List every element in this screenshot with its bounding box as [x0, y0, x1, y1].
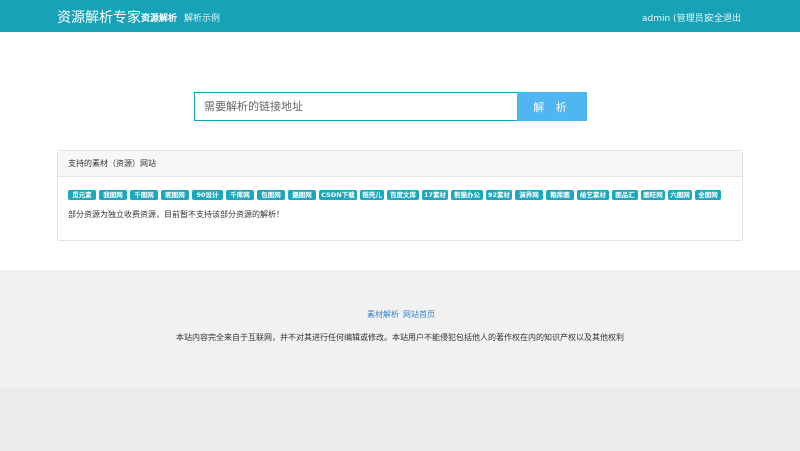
site-tag[interactable]: 昵图网 — [161, 190, 189, 200]
supported-sites-panel: 支持的素材（资源）网站 觅元素 我图网 千图网 昵图网 90设计 千库网 包图网… — [57, 150, 743, 241]
page-bottom-band — [0, 388, 800, 451]
unsupported-note: 部分资源为独立收费资源，目前暂不支持该部分资源的解析！ — [68, 210, 284, 219]
site-tag[interactable]: 90设计 — [192, 190, 223, 200]
brand-title[interactable]: 资源解析专家 — [57, 7, 141, 27]
site-tag[interactable]: 包图网 — [257, 190, 285, 200]
link-input[interactable] — [194, 92, 517, 121]
site-tag[interactable]: 熊猫办公 — [451, 190, 483, 200]
site-tag[interactable]: 粮库图 — [546, 190, 574, 200]
site-tag[interactable]: 千库网 — [226, 190, 254, 200]
site-tag[interactable]: 千图网 — [130, 190, 158, 200]
site-tag[interactable]: 92素材 — [486, 190, 512, 200]
site-tag[interactable]: 图品汇 — [612, 190, 638, 200]
panel-title: 支持的素材（资源）网站 — [58, 151, 742, 177]
site-tag[interactable]: 演界网 — [515, 190, 543, 200]
footer-link-home[interactable]: 网站首页 — [403, 309, 435, 320]
footer-disclaimer: 本站内容完全来自于互联网，并不对其进行任何编辑或修改。本站用户不能侵犯包括他人的… — [176, 333, 624, 342]
footer-link-material-parse[interactable]: 素材解析 — [367, 309, 399, 320]
site-tag[interactable]: 六图网 — [668, 190, 692, 200]
nav-parse-examples[interactable]: 解析示例 — [184, 11, 220, 24]
site-tag[interactable]: 稻壳儿 — [360, 190, 384, 200]
site-tag[interactable]: 17素材 — [422, 190, 448, 200]
site-tag-list: 觅元素 我图网 千图网 昵图网 90设计 千库网 包图网 摄图网 CSDN下载 … — [68, 190, 738, 204]
site-tag[interactable]: 全图网 — [695, 190, 721, 200]
site-tag[interactable]: 百度文库 — [387, 190, 419, 200]
parse-button[interactable]: 解 析 — [517, 92, 587, 121]
user-menu[interactable]: admin (管理员) — [642, 11, 707, 24]
top-navbar: 资源解析专家 资源解析 解析示例 admin (管理员) 安全退出 — [0, 0, 800, 32]
site-tag[interactable]: 觅元素 — [68, 190, 96, 200]
logout-link[interactable]: 安全退出 — [705, 11, 741, 24]
site-tag[interactable]: 摄图网 — [288, 190, 316, 200]
site-tag[interactable]: 我图网 — [99, 190, 127, 200]
site-tag[interactable]: 图旺网 — [641, 190, 665, 200]
nav-resource-parse[interactable]: 资源解析 — [141, 11, 177, 24]
site-tag[interactable]: 绘艺素材 — [577, 190, 609, 200]
search-bar: 解 析 — [194, 92, 587, 121]
site-tag[interactable]: CSDN下载 — [319, 190, 357, 200]
